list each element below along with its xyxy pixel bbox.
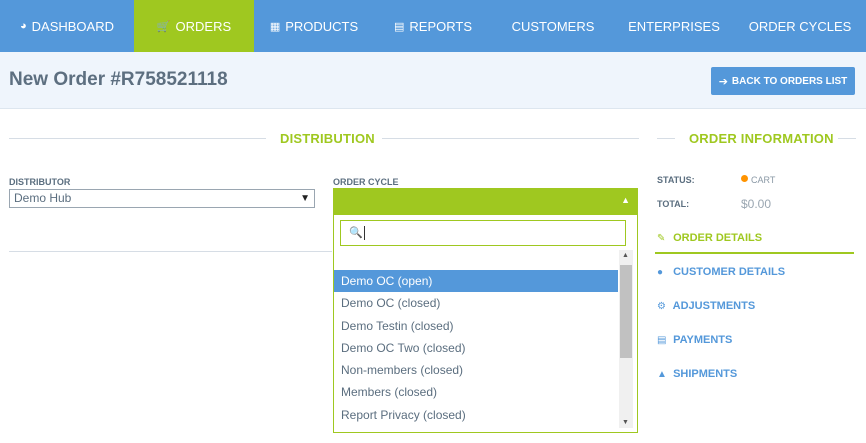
active-link-underline — [655, 252, 854, 254]
dropdown-scrollbar[interactable]: ▲ ▼ — [619, 250, 633, 428]
arrow-left-icon: ➔ — [718, 75, 728, 88]
nav-orders[interactable]: 🛒 ORDERS — [134, 0, 254, 52]
top-navigation: ◕ DASHBOARD 🛒 ORDERS ▦ PRODUCTS ▤ REPORT… — [0, 0, 866, 52]
nav-customers[interactable]: CUSTOMERS — [492, 0, 614, 52]
result-item[interactable]: Report Privacy (closed) — [334, 404, 618, 426]
customer-details-link[interactable]: ● CUSTOMER DETAILS — [657, 266, 785, 278]
caret-up-icon: ▲ — [621, 195, 630, 205]
caret-down-icon: ▼ — [300, 193, 310, 204]
nav-reports-label: REPORTS — [409, 18, 472, 34]
nav-dashboard[interactable]: ◕ DASHBOARD — [0, 0, 134, 52]
nav-products[interactable]: ▦ PRODUCTS — [254, 0, 374, 52]
scroll-up-icon[interactable]: ▲ — [622, 252, 629, 259]
distributor-value: Demo Hub — [14, 191, 72, 205]
customer-details-label: CUSTOMER DETAILS — [673, 266, 786, 278]
order-cycle-search-input[interactable]: 🔍 — [340, 220, 626, 246]
search-icon: 🔍 — [349, 227, 363, 239]
order-cycle-results: Demo OC (open) Demo OC (closed) Demo Tes… — [334, 270, 618, 426]
payments-link[interactable]: ▤ PAYMENTS — [657, 334, 732, 346]
payments-label: PAYMENTS — [673, 334, 733, 346]
edit-icon: ✎ — [657, 233, 666, 244]
truck-icon: ▲ — [657, 369, 667, 380]
total-value: $0.00 — [741, 197, 772, 211]
nav-orders-label: ORDERS — [175, 18, 232, 34]
result-item[interactable]: Demo Testin (closed) — [334, 315, 618, 337]
order-cycle-label: ORDER CYCLE — [333, 177, 399, 187]
adjustments-label: ADJUSTMENTS — [672, 300, 756, 312]
user-icon: ● — [657, 267, 664, 278]
divider — [838, 138, 856, 139]
divider — [657, 138, 675, 139]
nav-dashboard-label: DASHBOARD — [31, 18, 114, 34]
shipments-link[interactable]: ▲ SHIPMENTS — [657, 368, 737, 380]
cart-icon: 🛒 — [156, 20, 171, 33]
result-item[interactable]: Demo OC (open) — [334, 270, 618, 293]
order-information-heading: ORDER INFORMATION — [689, 131, 834, 146]
nav-reports[interactable]: ▤ REPORTS — [374, 0, 492, 52]
nav-customers-label: CUSTOMERS — [511, 18, 595, 34]
scrollbar-thumb[interactable] — [620, 265, 632, 358]
order-details-link[interactable]: ✎ ORDER DETAILS — [657, 232, 762, 244]
cogs-icon: ⚙ — [657, 301, 666, 312]
text-cursor — [364, 226, 365, 240]
page-title: New Order #R758521118 — [9, 69, 228, 90]
status-dot-icon — [741, 175, 748, 182]
order-details-label: ORDER DETAILS — [673, 232, 763, 244]
distributor-label: DISTRIBUTOR — [9, 177, 71, 187]
nav-enterprises-label: ENTERPRISES — [628, 18, 720, 34]
nav-enterprises[interactable]: ENTERPRISES — [614, 0, 734, 52]
order-cycle-select[interactable]: ▲ — [333, 188, 638, 215]
nav-order-cycles-label: ORDER CYCLES — [748, 18, 852, 34]
status-label: STATUS: — [657, 175, 695, 185]
distribution-heading: DISTRIBUTION — [280, 131, 375, 146]
back-to-orders-button[interactable]: ➔ BACK TO ORDERS LIST — [711, 67, 855, 95]
adjustments-link[interactable]: ⚙ ADJUSTMENTS — [657, 300, 755, 312]
page-header: New Order #R758521118 ➔ BACK TO ORDERS L… — [0, 52, 866, 109]
order-cycle-dropdown: 🔍 Demo OC (open) Demo OC (closed) Demo T… — [333, 215, 638, 433]
total-label: TOTAL: — [657, 199, 690, 209]
grid-icon: ▦ — [269, 20, 281, 33]
credit-card-icon: ▤ — [657, 335, 667, 346]
dashboard-icon: ◕ — [19, 20, 27, 32]
back-to-orders-label: BACK TO ORDERS LIST — [731, 75, 848, 87]
divider — [9, 251, 332, 252]
document-icon: ▤ — [393, 20, 405, 33]
distributor-select[interactable]: Demo Hub ▼ — [9, 189, 315, 208]
result-item[interactable]: Non-members (closed) — [334, 359, 618, 381]
nav-products-label: PRODUCTS — [285, 18, 359, 34]
shipments-label: SHIPMENTS — [673, 368, 738, 380]
result-item[interactable]: Demo OC Two (closed) — [334, 337, 618, 359]
nav-order-cycles[interactable]: ORDER CYCLES — [734, 0, 866, 52]
scroll-down-icon[interactable]: ▼ — [622, 419, 629, 426]
result-item[interactable]: Demo OC (closed) — [334, 292, 618, 314]
result-item[interactable]: Members (closed) — [334, 381, 618, 403]
divider — [382, 138, 639, 139]
divider — [9, 138, 266, 139]
status-value: CART — [751, 175, 776, 185]
